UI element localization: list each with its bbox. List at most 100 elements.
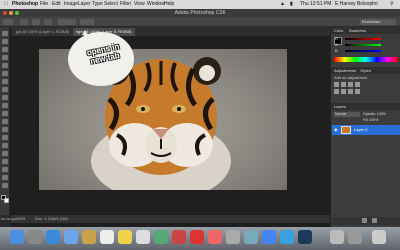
- calendar-icon[interactable]: [100, 230, 114, 244]
- photo-booth-icon[interactable]: [172, 230, 186, 244]
- finder-icon[interactable]: [10, 230, 24, 244]
- menu-file[interactable]: File: [40, 0, 48, 9]
- workspace-switcher[interactable]: Essentials: [360, 19, 396, 25]
- adjustments-panel-header[interactable]: Adjustments Styles: [331, 67, 400, 74]
- option-control[interactable]: [32, 19, 40, 25]
- spotlight-icon[interactable]: ⚲: [390, 0, 394, 9]
- menu-select[interactable]: Select: [104, 0, 118, 9]
- zoom-tool-icon[interactable]: [2, 183, 8, 188]
- tools-panel: [0, 27, 10, 215]
- music-icon[interactable]: [190, 230, 204, 244]
- adjustments-panel-title: Adjustments: [334, 68, 357, 73]
- lasso-tool-icon[interactable]: [2, 47, 8, 52]
- panel-dock: Color Swatches R G B Adjustments Styles …: [330, 27, 400, 227]
- hue-saturation-icon[interactable]: [341, 89, 346, 94]
- reminders-icon[interactable]: [136, 230, 150, 244]
- history-brush-tool-icon[interactable]: [2, 103, 8, 108]
- gradient-tool-icon[interactable]: [2, 119, 8, 124]
- move-tool-icon[interactable]: [2, 31, 8, 36]
- menu-filter[interactable]: Filter: [120, 0, 131, 9]
- chrome-icon[interactable]: [262, 230, 276, 244]
- menu-type[interactable]: Type: [92, 0, 103, 9]
- vibrance-icon[interactable]: [334, 89, 339, 94]
- layer-name[interactable]: Layer 0: [354, 127, 367, 132]
- layer-fill[interactable]: Fill: 100%: [363, 118, 378, 122]
- trash-icon[interactable]: [372, 218, 377, 223]
- system-preferences-icon[interactable]: [244, 230, 258, 244]
- option-control[interactable]: [80, 19, 94, 25]
- documents-stack-icon[interactable]: [348, 230, 362, 244]
- adjustment-icons: [334, 82, 398, 96]
- quick-select-tool-icon[interactable]: [2, 55, 8, 60]
- option-control[interactable]: [58, 19, 76, 25]
- green-slider[interactable]: [345, 44, 381, 46]
- notes-icon[interactable]: [118, 230, 132, 244]
- shape-tool-icon[interactable]: [2, 167, 8, 172]
- skype-icon[interactable]: [280, 230, 294, 244]
- brush-tool-icon[interactable]: [2, 87, 8, 92]
- new-layer-icon[interactable]: [362, 218, 367, 223]
- red-slider[interactable]: [345, 38, 381, 40]
- color-panel-header[interactable]: Color Swatches: [331, 27, 400, 34]
- blue-slider[interactable]: [345, 50, 381, 52]
- wifi-icon[interactable]: ▲: [280, 0, 285, 9]
- crop-tool-icon[interactable]: [2, 63, 8, 68]
- channel-r-label: R: [335, 36, 338, 41]
- layer-opacity[interactable]: Opacity: 100%: [363, 112, 386, 116]
- dodge-tool-icon[interactable]: [2, 135, 8, 140]
- downloads-stack-icon[interactable]: [330, 230, 344, 244]
- brightness-icon[interactable]: [334, 82, 339, 87]
- background-color-swatch[interactable]: [4, 198, 9, 203]
- eyedropper-tool-icon[interactable]: [2, 71, 8, 76]
- tab-gal-document[interactable]: gal @ 100% (Layer 1, RGB/8): [13, 28, 71, 36]
- healing-brush-tool-icon[interactable]: [2, 79, 8, 84]
- option-control[interactable]: [44, 19, 52, 25]
- color-ramp[interactable]: [334, 57, 398, 62]
- clone-stamp-tool-icon[interactable]: [2, 95, 8, 100]
- pen-tool-icon[interactable]: [2, 143, 8, 148]
- layers-panel-header[interactable]: Layers: [331, 103, 400, 110]
- layer-row[interactable]: ◉ Layer 0: [332, 125, 400, 135]
- apple-icon[interactable]: : [4, 0, 8, 9]
- menu-help[interactable]: Help: [164, 0, 174, 9]
- safari-icon[interactable]: [46, 230, 60, 244]
- menu-app-name[interactable]: Photoshop: [12, 0, 38, 9]
- zoom-level[interactable]: 100%: [15, 215, 25, 223]
- options-bar: Essentials: [0, 17, 400, 27]
- menu-view[interactable]: View: [134, 0, 145, 9]
- menu-window[interactable]: Window: [147, 0, 165, 9]
- hand-tool-icon[interactable]: [2, 175, 8, 180]
- maps-icon[interactable]: [154, 230, 168, 244]
- app-store-icon[interactable]: [226, 230, 240, 244]
- document-size[interactable]: Doc: 1.21M/1.21M: [35, 215, 68, 223]
- menu-layer[interactable]: Layer: [78, 0, 91, 9]
- path-select-tool-icon[interactable]: [2, 159, 8, 164]
- type-tool-icon[interactable]: [2, 151, 8, 156]
- layer-visibility-eye-icon[interactable]: ◉: [334, 127, 338, 132]
- blend-mode-select[interactable]: Normal: [334, 112, 360, 117]
- battery-icon[interactable]: ▮: [290, 0, 293, 9]
- launchpad-icon[interactable]: [28, 230, 42, 244]
- menu-edit[interactable]: Edit: [52, 0, 61, 9]
- swatches-panel-title[interactable]: Swatches: [349, 28, 366, 33]
- styles-panel-title[interactable]: Styles: [360, 68, 371, 73]
- eraser-tool-icon[interactable]: [2, 111, 8, 116]
- black-white-icon[interactable]: [355, 89, 360, 94]
- levels-icon[interactable]: [341, 82, 346, 87]
- blur-tool-icon[interactable]: [2, 127, 8, 132]
- mini-bridge-tab[interactable]: Mini Bridge: [0, 215, 16, 227]
- option-control[interactable]: [20, 19, 28, 25]
- exposure-icon[interactable]: [355, 82, 360, 87]
- tool-preset-picker[interactable]: [3, 19, 13, 25]
- curves-icon[interactable]: [348, 82, 353, 87]
- marquee-tool-icon[interactable]: [2, 39, 8, 44]
- photoshop-icon[interactable]: [298, 230, 312, 244]
- menu-image[interactable]: Image: [64, 0, 78, 9]
- menubar-clock[interactable]: Thu 12:51 PM: [300, 0, 331, 9]
- menubar-user[interactable]: E Harvey Bolsopho: [335, 0, 378, 9]
- contacts-icon[interactable]: [82, 230, 96, 244]
- trash-dock-icon[interactable]: [372, 230, 386, 244]
- photos-icon[interactable]: [208, 230, 222, 244]
- mail-icon[interactable]: [64, 230, 78, 244]
- color-balance-icon[interactable]: [348, 89, 353, 94]
